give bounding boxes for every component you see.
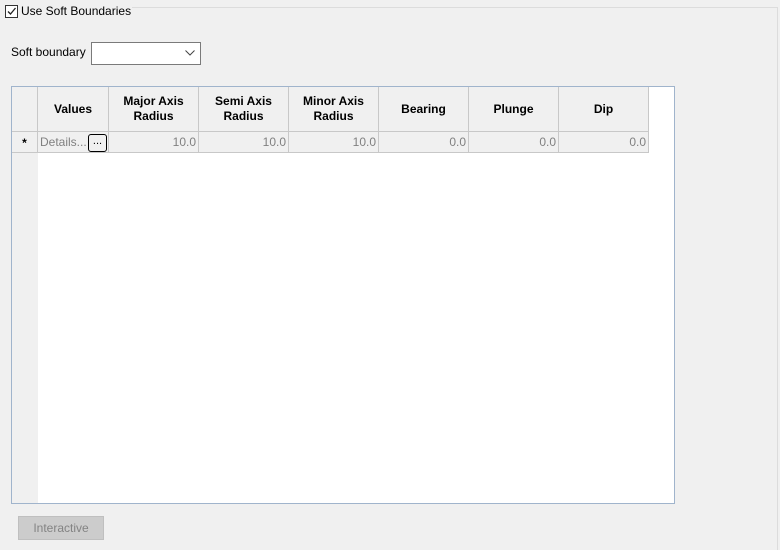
group-border [132, 7, 778, 8]
new-row-marker[interactable]: * [12, 132, 38, 153]
cell-major[interactable]: 10.0 [109, 132, 199, 153]
header-values[interactable]: Values [38, 87, 109, 132]
use-soft-boundaries-checkbox[interactable] [5, 5, 18, 18]
use-soft-boundaries-label[interactable]: Use Soft Boundaries [21, 4, 131, 18]
cell-minor[interactable]: 10.0 [289, 132, 379, 153]
soft-boundaries-grid[interactable]: Values Major Axis Radius Semi Axis Radiu… [11, 86, 675, 504]
cell-plunge[interactable]: 0.0 [469, 132, 559, 153]
interactive-button[interactable]: Interactive [18, 516, 104, 540]
header-semi-axis-radius[interactable]: Semi Axis Radius [199, 87, 289, 132]
cell-semi[interactable]: 10.0 [199, 132, 289, 153]
details-button[interactable]: ... [88, 134, 107, 152]
group-border-right [777, 7, 778, 550]
soft-boundary-dropdown[interactable] [91, 42, 201, 65]
header-minor-axis-radius[interactable]: Minor Axis Radius [289, 87, 379, 132]
cell-bearing[interactable]: 0.0 [379, 132, 469, 153]
soft-boundary-label: Soft boundary [11, 45, 86, 59]
header-bearing[interactable]: Bearing [379, 87, 469, 132]
header-dip[interactable]: Dip [559, 87, 649, 132]
header-major-axis-radius[interactable]: Major Axis Radius [109, 87, 199, 132]
chevron-down-icon [185, 50, 195, 56]
cell-values[interactable]: Details...... [38, 132, 109, 153]
corner-header [12, 87, 38, 132]
cell-dip[interactable]: 0.0 [559, 132, 649, 153]
header-plunge[interactable]: Plunge [469, 87, 559, 132]
checkmark-icon [7, 7, 16, 15]
